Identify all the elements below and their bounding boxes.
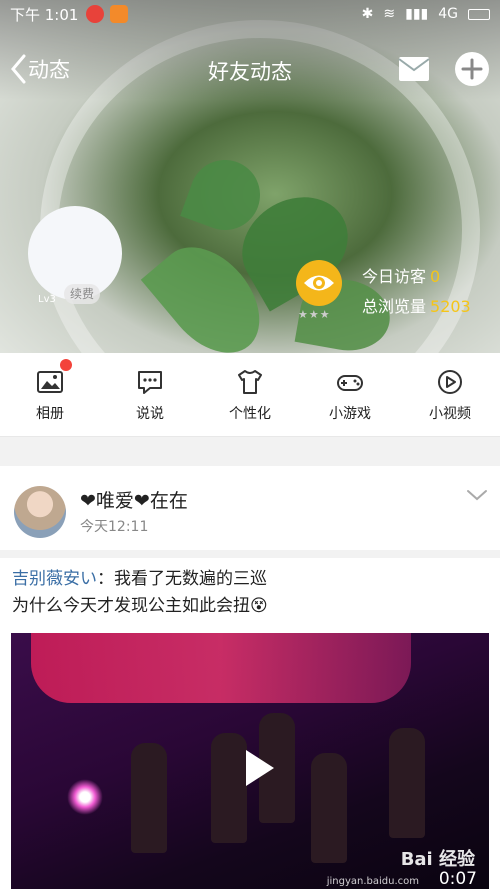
total-views-label: 总浏览量 bbox=[362, 297, 427, 316]
play-circle-icon bbox=[438, 370, 462, 394]
level-badge: Lv3 bbox=[38, 294, 56, 305]
status-time: 下午 1:01 bbox=[10, 5, 79, 24]
visitor-stats[interactable]: 今日访客 0 总浏览量 5203 bbox=[362, 262, 471, 322]
dancer bbox=[389, 728, 425, 838]
chat-bubble-icon bbox=[138, 371, 162, 394]
eye-icon bbox=[304, 275, 334, 291]
network-type: 4G bbox=[438, 6, 458, 22]
shortcut-bar: 相册 说说 个性化 小游戏 小视频 bbox=[0, 353, 500, 437]
watermark: Bai 经验 bbox=[400, 849, 475, 870]
total-views-value: 5203 bbox=[430, 297, 471, 316]
photo-icon bbox=[37, 371, 63, 393]
today-visitors-value: 0 bbox=[430, 267, 441, 286]
today-visitors-row: 今日访客 0 bbox=[362, 262, 471, 292]
stage-banner bbox=[31, 633, 411, 703]
poster-avatar[interactable] bbox=[14, 486, 66, 538]
play-icon[interactable] bbox=[236, 746, 280, 790]
visitor-stars: ★★★ bbox=[298, 308, 331, 321]
post-line-2: 为什么今天才发现公主如此会扭😵 bbox=[12, 596, 268, 616]
post-time: 今天12:11 bbox=[80, 519, 149, 535]
bluetooth-icon: ✱ bbox=[361, 6, 374, 22]
watermark-url: jingyan.baidu.com bbox=[326, 876, 419, 887]
today-visitors-label: 今日访客 bbox=[362, 267, 427, 286]
shortcut-label: 相册 bbox=[36, 406, 64, 422]
status-bar: 下午 1:01 ✱ ≋ ▮▮▮ 4G bbox=[0, 0, 500, 28]
gamepad-icon bbox=[337, 375, 363, 391]
total-views-row: 总浏览量 5203 bbox=[362, 292, 471, 322]
post-line-1-text: ：我看了无数遍的三巡 bbox=[97, 569, 267, 589]
app-notification-icon bbox=[110, 5, 129, 23]
shortcut-games[interactable]: 小游戏 bbox=[302, 353, 398, 436]
video-player[interactable]: Bai 经验 jingyan.baidu.com 0:07 bbox=[11, 633, 489, 889]
shortcut-moments[interactable]: 说说 bbox=[102, 353, 198, 436]
divider bbox=[0, 550, 500, 558]
profile-avatar[interactable]: 续费 Lv3 bbox=[28, 206, 122, 316]
poster-name[interactable]: ❤唯爱❤在在 bbox=[80, 486, 188, 513]
post-line-1: 吉别薇安い：我看了无数遍的三巡 bbox=[12, 566, 488, 593]
add-button[interactable] bbox=[455, 52, 489, 86]
chevron-down-icon[interactable] bbox=[466, 488, 488, 502]
shortcut-videos[interactable]: 小视频 bbox=[402, 353, 498, 436]
dancer bbox=[311, 753, 347, 863]
video-duration: 0:07 bbox=[438, 869, 477, 889]
mail-button[interactable] bbox=[397, 53, 431, 85]
plus-icon bbox=[461, 58, 483, 80]
feed-card: ❤唯爱❤在在 今天12:11 吉别薇安い：我看了无数遍的三巡 为什么今天才发现公… bbox=[0, 466, 500, 889]
shortcut-album[interactable]: 相册 bbox=[2, 353, 98, 436]
vip-renew-badge[interactable]: 续费 bbox=[64, 284, 101, 304]
cover-image[interactable]: 下午 1:01 ✱ ≋ ▮▮▮ 4G 动态 好友动态 续费 Lv3 ★★★ 今日… bbox=[0, 0, 500, 353]
wifi-icon: ≋ bbox=[383, 6, 396, 22]
battery-icon bbox=[468, 8, 490, 20]
visitor-button[interactable] bbox=[296, 260, 342, 306]
post-text: 吉别薇安い：我看了无数遍的三巡 为什么今天才发现公主如此会扭😵 bbox=[12, 566, 488, 620]
tshirt-icon bbox=[238, 370, 262, 394]
signal-icon: ▮▮▮ bbox=[405, 6, 429, 22]
shortcut-label: 个性化 bbox=[229, 406, 271, 422]
weibo-icon bbox=[86, 5, 105, 23]
shortcut-label: 说说 bbox=[136, 406, 164, 422]
shortcut-personalize[interactable]: 个性化 bbox=[202, 353, 298, 436]
shortcut-label: 小视频 bbox=[429, 406, 471, 422]
stage-light bbox=[67, 779, 103, 815]
nav-bar: 动态 好友动态 bbox=[0, 48, 500, 92]
shortcut-label: 小游戏 bbox=[329, 406, 371, 422]
notification-dot bbox=[60, 359, 72, 371]
dancer bbox=[131, 743, 167, 853]
quoted-author[interactable]: 吉别薇安い bbox=[12, 569, 97, 589]
mail-icon bbox=[398, 57, 430, 81]
